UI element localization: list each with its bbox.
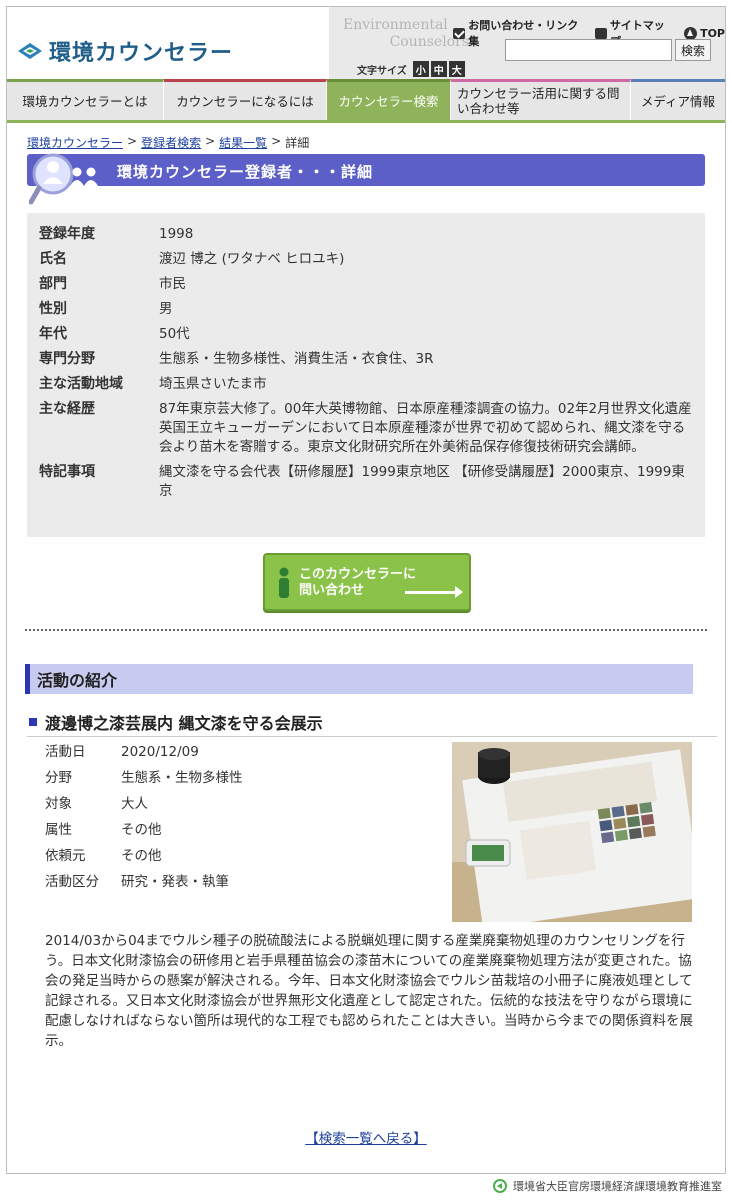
detail-row-specialty: 専門分野 生態系・生物多様性、消費生活・衣食住、3R [39,350,693,369]
detail-row-notes: 特記事項 縄文漆を守る会代表【研修履歴】1999東京地区 【研修受講履歴】200… [39,463,693,501]
nav-item-inquiries[interactable]: カウンセラー活用に関する問い合わせ等 [451,79,631,120]
font-size-label: 文字サイズ [357,65,407,77]
detail-label: 主な活動地域 [39,376,123,392]
counselor-detail-table: 登録年度 1998 氏名 渡辺 博之 (ワタナベ ヒロユキ) 部門 市民 性別 … [27,213,705,537]
activity-title: 渡邊博之漆芸展内 縄文漆を守る会展示 [45,713,323,733]
activity-description: 2014/03から04までウルシ種子の脱硫酸法による脱蝋処理に関する産業廃棄物処… [45,933,693,1049]
activity-photo[interactable] [452,742,692,922]
activity-title-row: 渡邊博之漆芸展内 縄文漆を守る会展示 [27,707,717,737]
nav-item-about[interactable]: 環境カウンセラーとは [7,79,164,120]
sitemap-icon [594,27,607,39]
activity-label: 依頼元 [45,848,86,864]
detail-value: 縄文漆を守る会代表【研修履歴】1999東京地区 【研修受講履歴】2000東京、1… [159,464,685,499]
person-icon [279,567,289,598]
header-utility-area: Environmental Counselors お問い合わせ・リンク集 サイト… [329,7,725,79]
back-to-search-list-link[interactable]: 【検索一覧へ戻る】 [7,1127,725,1147]
breadcrumb: 環境カウンセラー > 登録者検索 > 結果一覧 > 詳細 [27,134,309,151]
nav-item-search[interactable]: カウンセラー検索 [327,79,451,120]
breadcrumb-results-link[interactable]: 結果一覧 [219,134,267,151]
detail-row-division: 部門 市民 [39,275,693,294]
detail-value: 1998 [159,226,194,242]
activity-section-header: 活動の紹介 [25,664,693,694]
breadcrumb-separator: > [271,134,282,148]
activity-row-target: 対象 大人 [45,795,445,813]
detail-row-name: 氏名 渡辺 博之 (ワタナベ ヒロユキ) [39,250,693,269]
activity-info: 活動日 2020/12/09 分野 生態系・生物多様性 対象 大人 属性 その他… [45,743,445,899]
footer-text: 環境省大臣官房環境経済課環境教育推進室 [513,1180,722,1193]
activity-row-field: 分野 生態系・生物多様性 [45,769,445,787]
detail-value: 87年東京芸大修了。00年大英博物館、日本原産種漆調査の協力。02年2月世界文化… [159,401,692,455]
page-frame: 環境カウンセラー Environmental Counselors お問い合わせ… [6,6,726,1174]
detail-label: 主な経歴 [39,401,95,417]
detail-value: 生態系・生物多様性、消費生活・衣食住、3R [159,351,434,367]
activity-label: 対象 [45,796,72,812]
font-size-small-button[interactable]: 小 [412,61,429,77]
site-logo[interactable]: 環境カウンセラー [17,35,233,67]
detail-value: 市民 [159,276,186,292]
font-size-medium-button[interactable]: 中 [430,61,447,77]
activity-value: 生態系・生物多様性 [121,770,243,786]
activity-row-category: 活動区分 研究・発表・執筆 [45,873,445,891]
nav-item-media[interactable]: メディア情報 [631,79,725,120]
detail-label: 性別 [39,301,67,317]
divider [25,629,707,631]
detail-label: 専門分野 [39,351,95,367]
detail-row-region: 主な活動地域 埼玉県さいたま市 [39,375,693,394]
detail-label: 年代 [39,326,67,342]
site-footer: 環境省大臣官房環境経済課環境教育推進室 [493,1178,722,1194]
detail-value: 渡辺 博之 (ワタナベ ヒロユキ) [159,251,345,267]
detail-row-age: 年代 50代 [39,325,693,344]
detail-label: 氏名 [39,251,67,267]
detail-label: 特記事項 [39,464,95,480]
detail-value: 男 [159,301,173,317]
environmental-counselors-wordmark: Environmental Counselors [343,17,469,50]
activity-row-attribute: 属性 その他 [45,821,445,839]
detail-label: 部門 [39,276,67,292]
mail-icon [453,27,466,39]
main-nav: 環境カウンセラーとは カウンセラーになるには カウンセラー検索 カウンセラー活用… [7,79,725,123]
breadcrumb-separator: > [127,134,138,148]
search-button[interactable]: 検索 [675,39,711,61]
contact-counselor-button[interactable]: このカウンセラーに 問い合わせ [263,553,471,611]
activity-label: 活動日 [45,744,86,760]
arrow-up-icon [684,26,698,40]
activity-label: 活動区分 [45,874,99,890]
detail-row-career: 主な経歴 87年東京芸大修了。00年大英博物館、日本原産種漆調査の協力。02年2… [39,400,693,457]
activity-label: 分野 [45,770,72,786]
nav-item-how-to-become[interactable]: カウンセラーになるには [164,79,327,120]
detail-row-registration-year: 登録年度 1998 [39,225,693,244]
activity-row-date: 活動日 2020/12/09 [45,743,445,761]
breadcrumb-separator: > [205,134,216,148]
logo-text: 環境カウンセラー [49,41,234,66]
detail-row-gender: 性別 男 [39,300,693,319]
square-bullet-icon [29,717,37,726]
activity-value: 大人 [121,796,148,812]
page-title-bar: 環境カウンセラー登録者・・・詳細 [27,153,705,205]
font-size-control: 文字サイズ 小 中 大 [357,61,465,77]
magnifier-people-icon [29,153,98,205]
detail-label: 登録年度 [39,226,95,242]
detail-value: 50代 [159,326,190,342]
contact-button-label: このカウンセラーに 問い合わせ [299,567,417,598]
circle-arrow-icon [493,1179,507,1193]
arrow-right-icon [405,586,463,598]
activity-value: 研究・発表・執筆 [121,874,229,890]
activity-value: その他 [121,822,162,838]
breadcrumb-home-link[interactable]: 環境カウンセラー [27,134,123,151]
logo-mark-icon [18,43,42,59]
detail-value: 埼玉県さいたま市 [159,376,267,392]
breadcrumb-search-link[interactable]: 登録者検索 [141,134,201,151]
font-size-large-button[interactable]: 大 [448,61,465,77]
exhibition-photo-image [452,742,692,922]
site-header: 環境カウンセラー Environmental Counselors お問い合わせ… [7,7,725,79]
activity-row-requester: 依頼元 その他 [45,847,445,865]
activity-label: 属性 [45,822,72,838]
activity-value: その他 [121,848,162,864]
activity-value: 2020/12/09 [121,744,199,760]
breadcrumb-current: 詳細 [285,136,310,150]
search-input[interactable] [505,39,672,61]
page-title: 環境カウンセラー登録者・・・詳細 [117,163,374,181]
